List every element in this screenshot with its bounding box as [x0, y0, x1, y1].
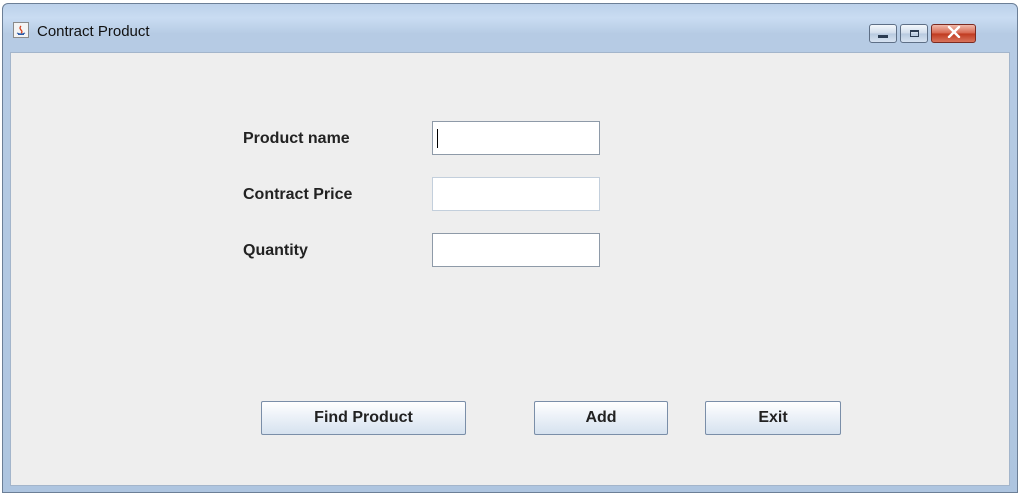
exit-button[interactable]: Exit	[705, 401, 841, 435]
app-window: Contract Product Product name Contract P…	[2, 3, 1018, 493]
quantity-label: Quantity	[243, 242, 308, 259]
minimize-button[interactable]	[869, 24, 897, 43]
maximize-icon	[909, 30, 919, 37]
find-product-button[interactable]: Find Product	[261, 401, 466, 435]
maximize-button[interactable]	[900, 24, 928, 43]
title-bar[interactable]: Contract Product	[3, 4, 1017, 44]
minimize-icon	[878, 35, 888, 38]
add-button[interactable]: Add	[534, 401, 668, 435]
product-name-label: Product name	[243, 130, 350, 147]
quantity-field[interactable]	[432, 233, 600, 267]
window-title: Contract Product	[37, 23, 150, 40]
close-icon	[947, 25, 961, 43]
text-caret	[437, 129, 438, 148]
contract-price-field[interactable]	[432, 177, 600, 211]
close-button[interactable]	[931, 24, 976, 43]
contract-price-label: Contract Price	[243, 186, 353, 203]
product-name-field[interactable]	[432, 121, 600, 155]
java-app-icon	[13, 22, 29, 38]
content-panel: Product name Contract Price Quantity Fin…	[10, 52, 1010, 486]
